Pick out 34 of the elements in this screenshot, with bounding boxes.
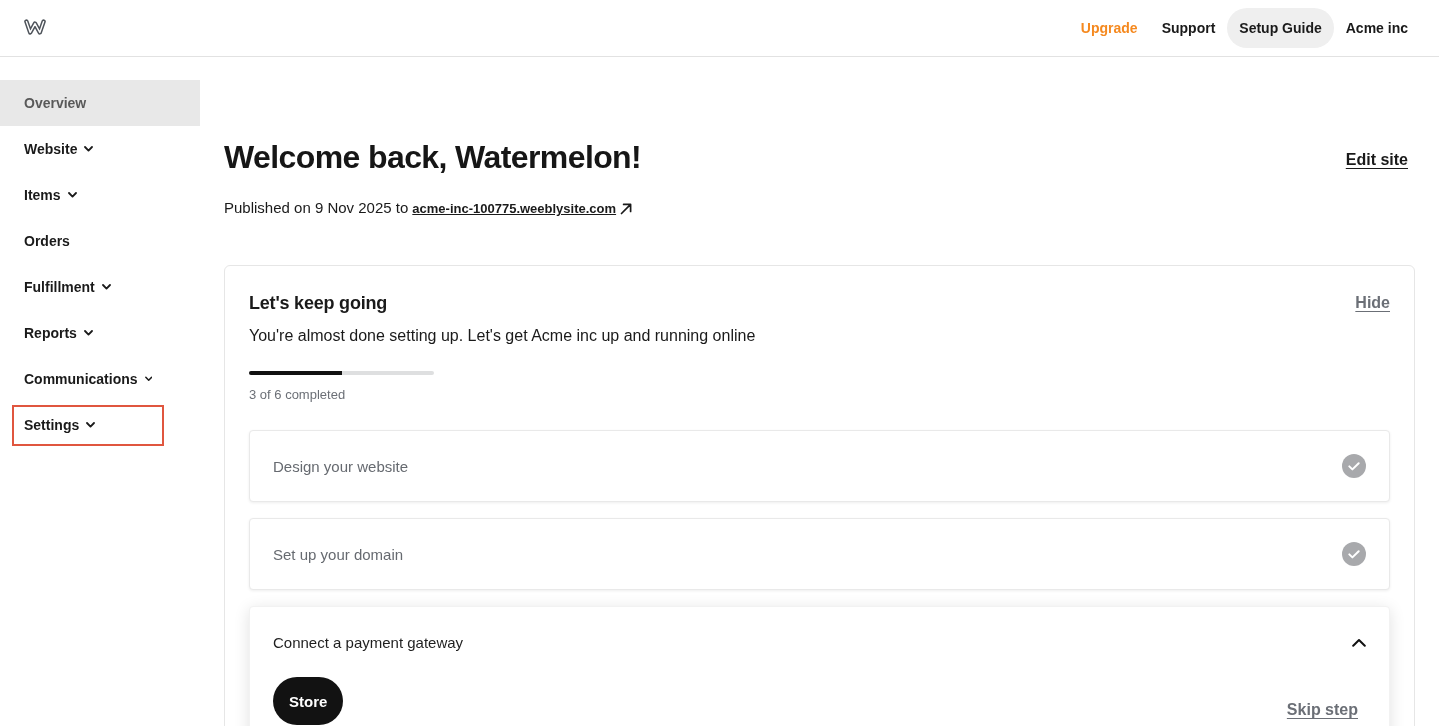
step-title: Set up your domain xyxy=(273,545,404,563)
chevron-down-icon xyxy=(144,376,152,382)
chevron-down-icon xyxy=(101,284,111,290)
site-link[interactable]: acme-inc-100775.weeblysite.com xyxy=(412,198,633,220)
sidebar-item[interactable]: Reports xyxy=(0,310,200,356)
edit-site-link[interactable]: Edit site xyxy=(1345,151,1408,169)
nav-pill-button[interactable]: Setup Guide xyxy=(1227,8,1334,48)
sidebar-item[interactable]: Communications xyxy=(0,356,200,402)
sidebar-item[interactable]: Website xyxy=(0,126,200,172)
welcome-heading: Welcome back, Watermelon! xyxy=(224,138,642,177)
setup-step-card[interactable]: Connect a payment gateway Store Skip step xyxy=(249,606,1390,726)
sidebar-item[interactable]: Fulfillment xyxy=(0,264,200,310)
chevron-down-icon xyxy=(84,146,94,152)
store-button[interactable]: Store xyxy=(273,677,344,725)
chevron-down-icon xyxy=(67,192,77,198)
setup-subtitle: You're almost done setting up. Let's get Acme inc up and running online xyxy=(249,326,757,346)
chevron-down-icon xyxy=(86,422,96,428)
setup-card-title: Let's keep going xyxy=(249,292,388,315)
setup-step-card[interactable]: Design your website xyxy=(249,430,1390,502)
step-title: Design your website xyxy=(273,457,409,475)
sidebar-item[interactable]: Items xyxy=(0,172,200,218)
step-title: Connect a payment gateway xyxy=(273,633,464,651)
setup-step-card[interactable]: Set up your domain xyxy=(249,518,1390,590)
account-menu[interactable]: Acme inc xyxy=(1333,8,1420,48)
hide-link[interactable]: Hide xyxy=(1355,294,1390,312)
skip-step-link[interactable]: Skip step xyxy=(1286,701,1358,719)
arrow-icon xyxy=(620,203,633,215)
sidebar-item[interactable]: Orders xyxy=(0,218,200,264)
nav-link[interactable]: Support xyxy=(1149,8,1228,48)
sidebar-item[interactable]: Overview xyxy=(0,80,200,126)
progress-label: 3 of 6 completed xyxy=(249,386,347,404)
published-text: Published on 9 Nov 2025 to acme-inc-100775.weeblysite.com xyxy=(224,197,1415,220)
logo-icon xyxy=(24,18,46,36)
chevron-down-icon xyxy=(83,330,93,336)
